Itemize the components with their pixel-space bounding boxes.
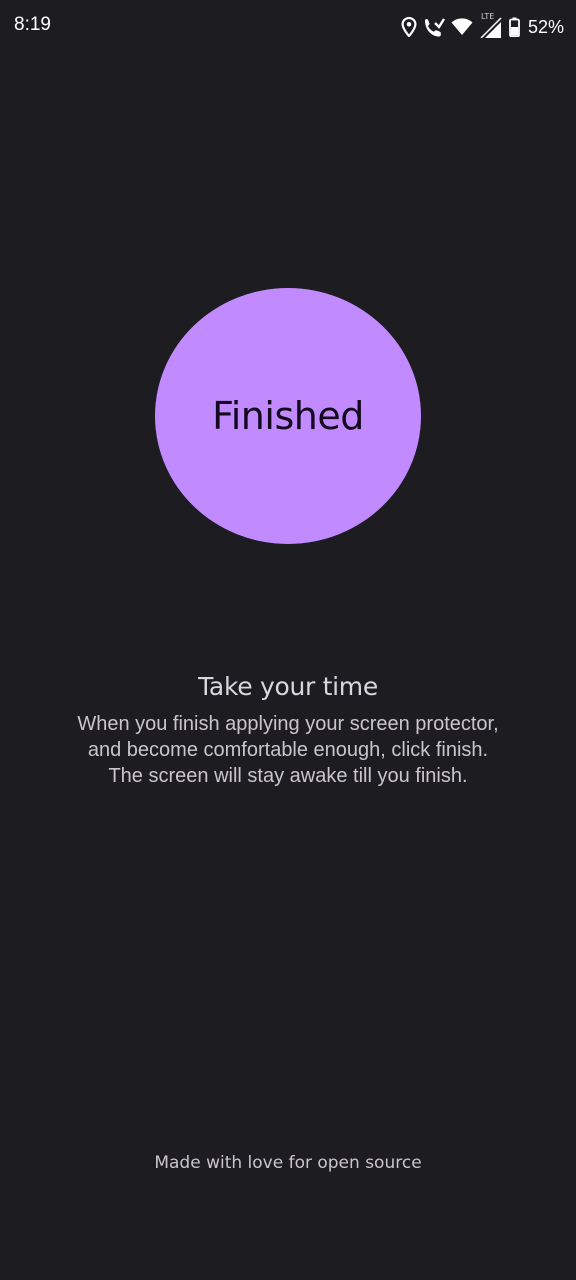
info-body: When you finish applying your screen pro… [0, 711, 576, 789]
info-body-line: and become comfortable enough, click fin… [87, 739, 489, 761]
wifi-call-icon [423, 17, 445, 37]
signal-icon: LTE [479, 12, 503, 38]
app-screen: 8:19 LTE 52% Finished Take your time Whe… [0, 0, 576, 1280]
info-body-line: The screen will stay awake till you fini… [108, 765, 468, 787]
location-icon [401, 17, 417, 37]
info-body-line: When you finish applying your screen pro… [77, 713, 499, 735]
status-icons: LTE 52% [401, 12, 564, 40]
finish-button[interactable]: Finished [155, 288, 421, 544]
finish-button-label: Finished [212, 394, 364, 438]
battery-percentage: 52% [527, 16, 564, 37]
status-bar: 8:19 LTE 52% [0, 0, 576, 54]
info-title: Take your time [198, 672, 378, 701]
status-time: 8:19 [14, 14, 51, 35]
wifi-icon [451, 18, 473, 36]
footer-credit: Made with love for open source [154, 1153, 422, 1173]
battery-icon [509, 17, 520, 37]
